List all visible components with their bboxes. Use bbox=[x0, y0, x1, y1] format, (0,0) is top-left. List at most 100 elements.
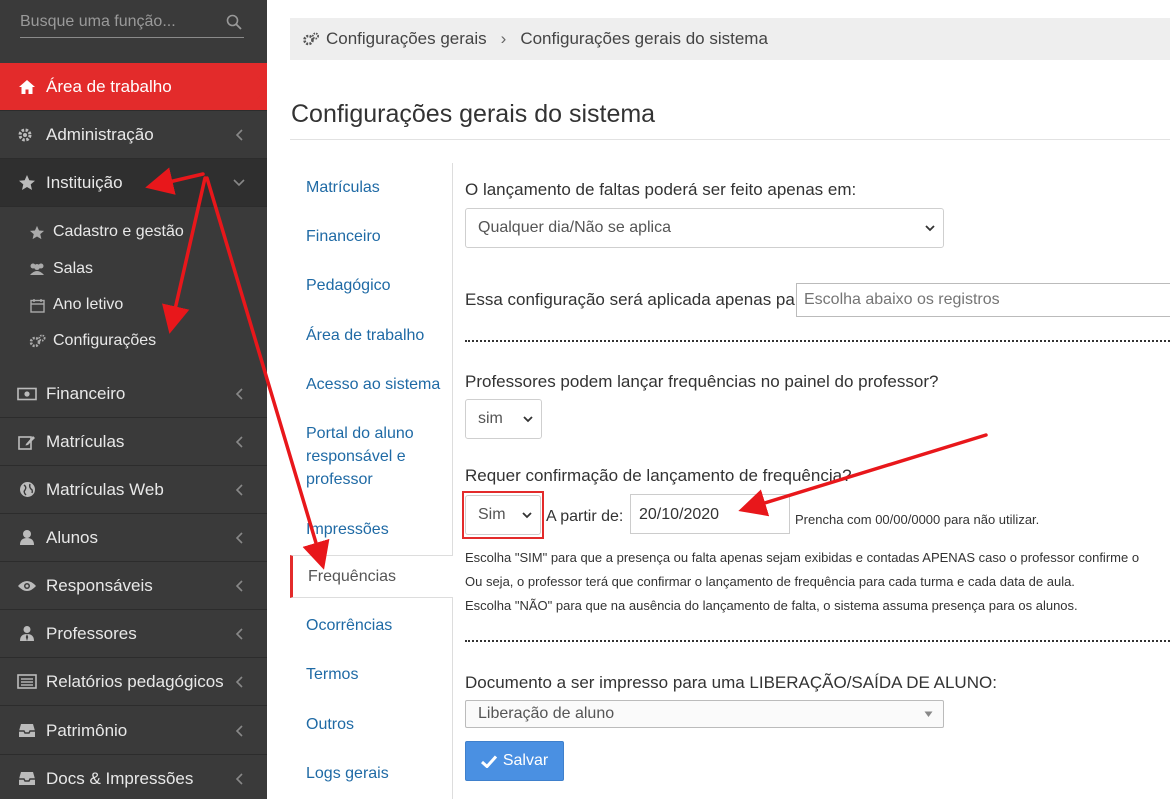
sidebar-item-instituicao[interactable]: Instituição bbox=[0, 159, 267, 207]
chevron-left-icon bbox=[233, 579, 245, 592]
faltas-day-select[interactable]: Qualquer dia/Não se aplica bbox=[465, 208, 944, 248]
faltas-question: O lançamento de faltas poderá ser feito … bbox=[465, 180, 857, 199]
tab-area-de-trabalho[interactable]: Área de trabalho bbox=[306, 324, 446, 347]
tab-termos[interactable]: Termos bbox=[306, 663, 446, 686]
sidebar-search bbox=[20, 8, 244, 38]
select-value: Qualquer dia/Não se aplica bbox=[478, 219, 672, 236]
chevron-left-icon bbox=[233, 627, 245, 640]
sidebar-item-label: Instituição bbox=[46, 172, 123, 192]
submenu-item-label: Cadastro e gestão bbox=[53, 223, 184, 240]
sidebar-item-matriculas[interactable]: Matrículas bbox=[0, 418, 267, 466]
chevron-down-icon bbox=[523, 416, 533, 423]
sidebar-item-label: Relatórios pedagógicos bbox=[46, 671, 224, 691]
submenu-item-label: Ano letivo bbox=[53, 296, 124, 313]
submenu-item-label: Salas bbox=[53, 260, 94, 277]
instituicao-submenu: Cadastro e gestão Salas Ano letivo Confi… bbox=[0, 207, 267, 367]
star-icon bbox=[28, 224, 46, 240]
sidebar: Área de trabalho Administração Instituiç… bbox=[0, 0, 267, 799]
money-icon bbox=[17, 385, 37, 403]
search-input[interactable] bbox=[20, 10, 220, 34]
gears-icon bbox=[28, 333, 46, 349]
breadcrumb-current: Configurações gerais do sistema bbox=[520, 29, 768, 48]
submenu-item-cadastro[interactable]: Cadastro e gestão bbox=[0, 215, 267, 249]
chevron-left-icon bbox=[233, 772, 245, 785]
documento-question: Documento a ser impresso para uma LIBERA… bbox=[465, 673, 997, 692]
check-icon bbox=[480, 754, 497, 768]
calendar-icon bbox=[28, 297, 46, 313]
confirmacao-select[interactable]: Sim bbox=[465, 495, 541, 535]
sidebar-item-area-de-trabalho[interactable]: Área de trabalho bbox=[0, 63, 267, 111]
tab-acesso-ao-sistema[interactable]: Acesso ao sistema bbox=[306, 373, 446, 396]
documento-select[interactable]: Liberação de aluno bbox=[465, 700, 944, 728]
edit-icon bbox=[17, 433, 37, 451]
sidebar-item-label: Responsáveis bbox=[46, 575, 153, 595]
chevron-down-icon bbox=[233, 177, 245, 189]
globe-icon bbox=[17, 481, 37, 499]
submenu-item-label: Configurações bbox=[53, 332, 157, 349]
dotted-divider bbox=[465, 340, 1170, 342]
sidebar-item-label: Matrículas Web bbox=[46, 479, 164, 499]
home-icon bbox=[17, 78, 37, 96]
sidebar-item-relatorios-pedagogicos[interactable]: Relatórios pedagógicos bbox=[0, 658, 267, 706]
divider bbox=[290, 139, 1170, 140]
inbox-icon bbox=[17, 770, 37, 788]
submenu-item-ano-letivo[interactable]: Ano letivo bbox=[0, 288, 267, 322]
breadcrumb-root[interactable]: Configurações gerais bbox=[326, 29, 487, 49]
date-hint: Prencha com 00/00/0000 para não utilizar… bbox=[795, 512, 1040, 527]
sidebar-item-administracao[interactable]: Administração bbox=[0, 111, 267, 159]
star-icon bbox=[17, 174, 37, 192]
sidebar-item-label: Matrículas bbox=[46, 431, 125, 451]
gears-icon bbox=[302, 31, 320, 47]
chevron-left-icon bbox=[233, 128, 245, 141]
confirmacao-question: Requer confirmação de lançamento de freq… bbox=[465, 466, 852, 485]
sidebar-item-professores[interactable]: Professores bbox=[0, 610, 267, 658]
tab-outros[interactable]: Outros bbox=[306, 713, 446, 736]
tab-pedagogico[interactable]: Pedagógico bbox=[306, 274, 446, 297]
sidebar-item-label: Administração bbox=[46, 124, 154, 144]
settings-tabs: Matrículas Financeiro Pedagógico Área de… bbox=[290, 163, 453, 799]
help-text: Ou seja, o professor terá que confirmar … bbox=[465, 574, 1075, 589]
gears-icon bbox=[17, 126, 37, 144]
dotted-divider bbox=[465, 640, 1170, 642]
aplicada-question: Essa configuração será aplicada apenas p… bbox=[465, 290, 815, 309]
chevron-left-icon bbox=[233, 483, 245, 496]
search-icon[interactable] bbox=[226, 14, 242, 30]
sidebar-item-label: Patrimônio bbox=[46, 720, 128, 740]
tab-logs-gerais[interactable]: Logs gerais bbox=[306, 762, 446, 785]
sidebar-item-financeiro[interactable]: Financeiro bbox=[0, 370, 267, 418]
chevron-left-icon bbox=[233, 531, 245, 544]
submenu-item-salas[interactable]: Salas bbox=[0, 252, 267, 286]
sidebar-item-label: Alunos bbox=[46, 527, 98, 547]
sidebar-item-responsaveis[interactable]: Responsáveis bbox=[0, 562, 267, 610]
registros-input[interactable] bbox=[796, 283, 1170, 317]
tab-ocorrencias[interactable]: Ocorrências bbox=[306, 614, 446, 637]
frequencias-panel: O lançamento de faltas poderá ser feito … bbox=[453, 163, 1170, 799]
sidebar-item-docs-impressoes[interactable]: Docs & Impressões bbox=[0, 755, 267, 799]
save-button[interactable]: Salvar bbox=[465, 741, 564, 781]
chevron-left-icon bbox=[233, 675, 245, 688]
submenu-item-configuracoes[interactable]: Configurações bbox=[0, 324, 267, 358]
date-from-label: A partir de: bbox=[546, 508, 624, 525]
sidebar-item-label: Área de trabalho bbox=[46, 76, 172, 96]
sidebar-item-patrimonio[interactable]: Patrimônio bbox=[0, 707, 267, 755]
help-text: Escolha "SIM" para que a presença ou fal… bbox=[465, 550, 1140, 565]
sidebar-item-label: Financeiro bbox=[46, 383, 126, 403]
users-icon bbox=[28, 261, 46, 277]
sidebar-item-alunos[interactable]: Alunos bbox=[0, 514, 267, 562]
painel-professor-select[interactable]: sim bbox=[465, 399, 542, 439]
sidebar-item-label: Professores bbox=[46, 623, 137, 643]
tab-impressoes[interactable]: Impressões bbox=[306, 518, 446, 541]
active-item-pointer bbox=[257, 77, 267, 99]
inbox-icon bbox=[17, 722, 37, 740]
chevron-left-icon bbox=[233, 724, 245, 737]
help-text: Escolha "NÃO" para que na ausência do la… bbox=[465, 598, 1078, 613]
sidebar-item-matriculas-web[interactable]: Matrículas Web bbox=[0, 466, 267, 514]
breadcrumb-separator-icon: › bbox=[500, 29, 507, 48]
tab-matriculas[interactable]: Matrículas bbox=[306, 176, 446, 199]
tab-portal-do-aluno[interactable]: Portal do aluno responsável e professor bbox=[306, 422, 446, 491]
tab-frequencias[interactable]: Frequências bbox=[290, 555, 453, 598]
tab-financeiro[interactable]: Financeiro bbox=[306, 225, 446, 248]
select-value: Sim bbox=[478, 506, 506, 523]
list-icon bbox=[17, 673, 37, 691]
date-input[interactable]: 20/10/2020 bbox=[630, 494, 790, 534]
